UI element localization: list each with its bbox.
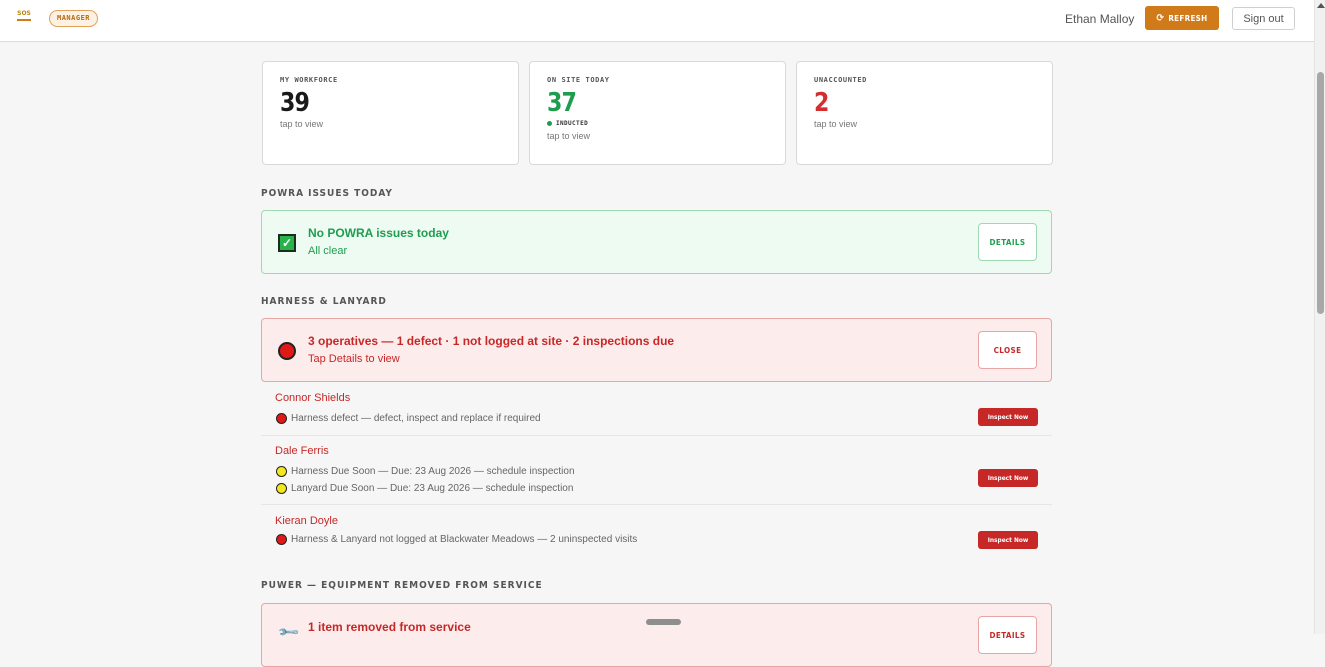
refresh-button[interactable]: ⟳ REFRESH xyxy=(1145,6,1219,30)
scroll-up-arrow-icon[interactable] xyxy=(1317,3,1325,8)
sign-out-button[interactable]: Sign out xyxy=(1232,7,1295,30)
powra-details-button[interactable]: DETAILS xyxy=(978,223,1037,261)
operative-name[interactable]: Connor Shields xyxy=(275,392,350,404)
stat-label: ON SITE TODAY xyxy=(547,76,610,84)
section-title-puwer: PUWER — EQUIPMENT REMOVED FROM SERVICE xyxy=(261,580,543,591)
red-status-icon xyxy=(278,342,296,360)
powra-alert: ✓ No POWRA issues today All clear DETAIL… xyxy=(261,210,1052,274)
stat-card-workforce[interactable]: MY WORKFORCE 39 tap to view xyxy=(262,61,519,165)
puwer-alert: 🔧 1 item removed from service DETAILS xyxy=(261,603,1052,667)
stat-value: 2 xyxy=(814,88,829,118)
issue-item: Harness & Lanyard not logged at Blackwat… xyxy=(276,534,637,545)
red-status-dot-icon xyxy=(276,534,287,545)
puwer-details-button[interactable]: DETAILS xyxy=(978,616,1037,654)
scrollbar-thumb[interactable] xyxy=(1317,72,1324,314)
user-name: Ethan Malloy xyxy=(1065,12,1135,26)
harness-alert: 3 operatives — 1 defect · 1 not logged a… xyxy=(261,318,1052,382)
stat-label: UNACCOUNTED xyxy=(814,76,867,84)
issue-text: Harness Due Soon — Due: 23 Aug 2026 — sc… xyxy=(291,466,575,477)
harness-title: 3 operatives — 1 defect · 1 not logged a… xyxy=(308,334,675,348)
issue-item: Harness Due Soon — Due: 23 Aug 2026 — sc… xyxy=(276,466,575,477)
scroll-indicator xyxy=(646,619,681,625)
section-title-harness: HARNESS & LANYARD xyxy=(261,296,387,307)
yellow-status-dot-icon xyxy=(276,466,287,477)
inspect-now-button[interactable]: Inspect Now xyxy=(978,531,1038,549)
yellow-status-dot-icon xyxy=(276,483,287,494)
inducted-status: INDUCTED xyxy=(547,120,768,127)
stat-sub: tap to view xyxy=(547,131,591,141)
issue-text: Lanyard Due Soon — Due: 23 Aug 2026 — sc… xyxy=(291,483,574,494)
harness-close-button[interactable]: CLOSE xyxy=(978,331,1037,369)
issue-item: Lanyard Due Soon — Due: 23 Aug 2026 — sc… xyxy=(276,483,573,494)
inspect-now-button[interactable]: Inspect Now xyxy=(978,469,1038,487)
logo-bar xyxy=(17,19,31,21)
harness-subtitle: Tap Details to view xyxy=(308,353,400,365)
issue-text: Harness & Lanyard not logged at Blackwat… xyxy=(291,534,638,545)
app-logo[interactable]: SOS xyxy=(17,11,31,21)
operative-row: Connor Shields Harness defect — defect, … xyxy=(261,382,1052,436)
stat-card-on-site[interactable]: ON SITE TODAY 37 INDUCTED tap to view xyxy=(529,61,786,165)
stat-value: 37 xyxy=(547,88,577,118)
status-dot-icon xyxy=(547,121,552,126)
inducted-label: INDUCTED xyxy=(556,120,589,127)
issue-item: Harness defect — defect, inspect and rep… xyxy=(276,413,541,424)
operative-name[interactable]: Kieran Doyle xyxy=(275,515,338,527)
section-title-powra: POWRA ISSUES TODAY xyxy=(261,188,393,199)
issue-text: Harness defect — defect, inspect and rep… xyxy=(291,413,541,424)
role-badge: MANAGER xyxy=(49,10,99,27)
stat-value: 39 xyxy=(280,88,310,118)
refresh-icon: ⟳ xyxy=(1156,12,1165,24)
stat-card-unaccounted[interactable]: UNACCOUNTED 2 tap to view xyxy=(796,61,1053,165)
operative-row: Kieran Doyle Harness & Lanyard not logge… xyxy=(261,505,1052,563)
stat-sub: tap to view xyxy=(814,119,858,129)
stat-label: MY WORKFORCE xyxy=(280,76,338,84)
powra-title: No POWRA issues today xyxy=(308,226,449,240)
operative-row: Dale Ferris Harness Due Soon — Due: 23 A… xyxy=(261,436,1052,505)
red-status-dot-icon xyxy=(276,413,287,424)
top-bar: SOS MANAGER Ethan Malloy ⟳ REFRESH Sign … xyxy=(0,0,1314,42)
refresh-label: REFRESH xyxy=(1168,13,1208,23)
checkmark-icon: ✓ xyxy=(278,234,296,252)
logo-text: SOS xyxy=(17,10,31,17)
powra-subtitle: All clear xyxy=(308,245,348,257)
vertical-scrollbar[interactable] xyxy=(1314,0,1325,634)
operative-name[interactable]: Dale Ferris xyxy=(275,445,329,457)
puwer-title: 1 item removed from service xyxy=(308,620,471,634)
inspect-now-button[interactable]: Inspect Now xyxy=(978,408,1038,426)
wrench-icon: 🔧 xyxy=(276,620,301,644)
stat-sub: tap to view xyxy=(280,119,324,129)
